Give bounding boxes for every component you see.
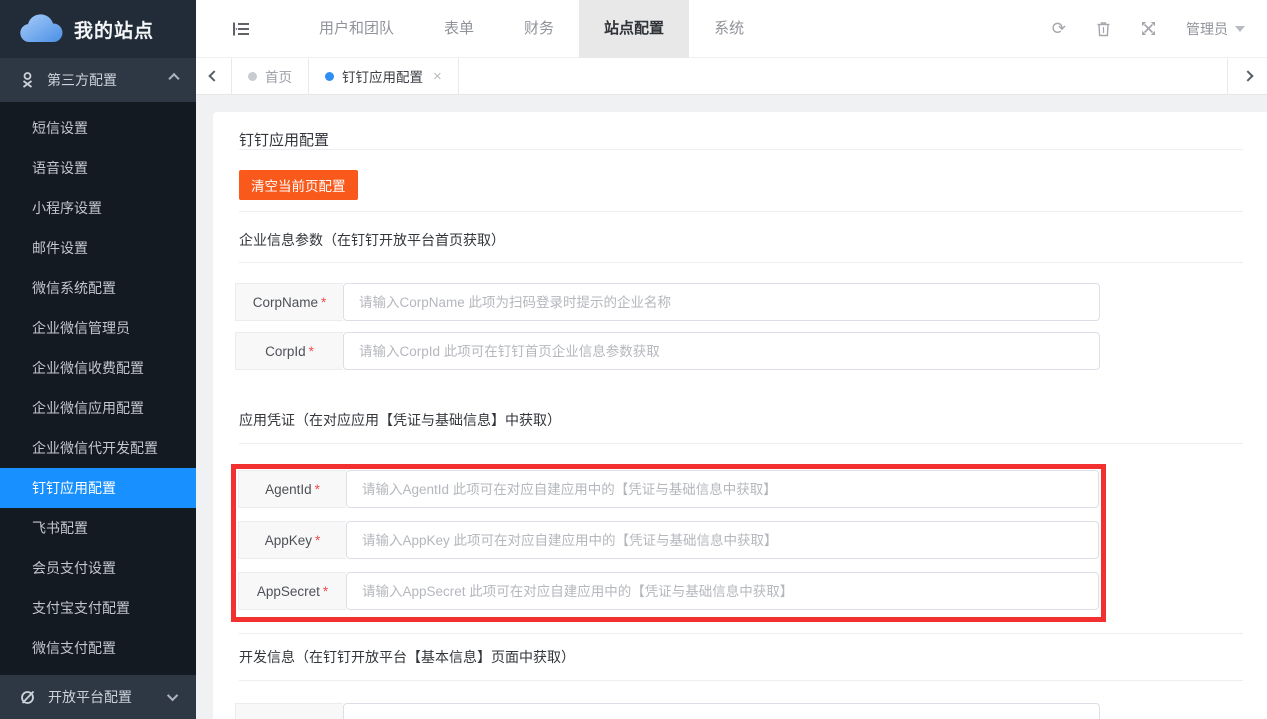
corpid-label: CorpId *	[235, 332, 343, 370]
chevron-right-icon	[1242, 70, 1253, 81]
tab-dot-icon	[248, 72, 257, 81]
appsecret-label: AppSecret *	[238, 572, 346, 610]
section-heading-app-credentials: 应用凭证（在对应应用【凭证与基础信息】中获取）	[239, 410, 1243, 430]
partial-field-input[interactable]	[343, 703, 1100, 719]
partial-field-label	[235, 703, 343, 719]
sidebar-item-wecom-billing[interactable]: 企业微信收费配置	[0, 348, 196, 388]
user-menu[interactable]: 管理员	[1186, 19, 1245, 39]
tab-home[interactable]: 首页	[232, 58, 309, 94]
page-content: 钉钉应用配置 清空当前页配置 企业信息参数（在钉钉开放平台首页获取） CorpN…	[196, 95, 1267, 719]
tabs-scroll-right-button[interactable]	[1227, 58, 1267, 94]
sidebar-section-third-party[interactable]: 第三方配置	[0, 58, 196, 102]
tab-label: 钉钉应用配置	[342, 66, 423, 86]
top-nav: 用户和团队 表单 财务 站点配置 系统	[294, 0, 769, 58]
sidebar-item-miniprogram[interactable]: 小程序设置	[0, 188, 196, 228]
clear-page-config-button[interactable]: 清空当前页配置	[239, 170, 358, 200]
fullscreen-icon[interactable]	[1141, 21, 1156, 36]
appsecret-input[interactable]	[346, 572, 1099, 610]
topnav-item-users-teams[interactable]: 用户和团队	[294, 0, 419, 58]
person-icon	[20, 72, 35, 88]
sidebar-item-alipay[interactable]: 支付宝支付配置	[0, 588, 196, 628]
tab-dingtalk-config[interactable]: 钉钉应用配置 ×	[309, 58, 459, 94]
main-area: 用户和团队 表单 财务 站点配置 系统 ⟳	[196, 0, 1267, 719]
sidebar-item-wecom-app[interactable]: 企业微信应用配置	[0, 388, 196, 428]
page-title: 钉钉应用配置	[239, 112, 1243, 149]
field-row-partial	[235, 703, 1100, 719]
menu-fold-icon[interactable]	[232, 21, 250, 37]
tab-bar: 首页 钉钉应用配置 ×	[196, 58, 1267, 95]
appkey-label: AppKey *	[238, 521, 346, 559]
chevron-down-icon	[167, 690, 178, 701]
topnav-item-site-config[interactable]: 站点配置	[579, 0, 689, 58]
tab-close-icon[interactable]: ×	[433, 68, 442, 85]
sidebar-item-wechat-system[interactable]: 微信系统配置	[0, 268, 196, 308]
refresh-icon[interactable]: ⟳	[1052, 20, 1066, 37]
required-mark: *	[309, 344, 314, 359]
chevron-left-icon	[208, 70, 219, 81]
user-menu-label: 管理员	[1186, 19, 1228, 39]
tab-label: 首页	[265, 66, 292, 86]
corpname-label: CorpName *	[235, 283, 343, 321]
agentid-label: AgentId *	[238, 470, 346, 508]
highlight-red-box: AgentId * AppKey * App	[231, 464, 1106, 622]
sidebar-item-wecom-admin[interactable]: 企业微信管理员	[0, 308, 196, 348]
required-mark: *	[315, 533, 320, 548]
sidebar-item-sms[interactable]: 短信设置	[0, 108, 196, 148]
section-heading-corp-info: 企业信息参数（在钉钉开放平台首页获取）	[239, 230, 1243, 250]
field-label-text: AgentId	[265, 482, 312, 497]
app-window: 我的站点 第三方配置 短信设置 语音设置 小程序设置 邮件设置 微信系统配置 企…	[0, 0, 1267, 719]
sidebar: 我的站点 第三方配置 短信设置 语音设置 小程序设置 邮件设置 微信系统配置 企…	[0, 0, 196, 719]
field-row-corpid: CorpId *	[235, 332, 1100, 370]
sidebar-menu: 短信设置 语音设置 小程序设置 邮件设置 微信系统配置 企业微信管理员 企业微信…	[0, 102, 196, 675]
divider	[239, 443, 1243, 444]
topnav-item-system[interactable]: 系统	[689, 0, 769, 58]
field-row-appkey: AppKey *	[238, 521, 1099, 559]
sidebar-section-open-platform[interactable]: 开放平台配置	[0, 675, 196, 719]
brand-logo: 我的站点	[0, 0, 196, 58]
divider	[239, 680, 1243, 681]
sidebar-section-label: 第三方配置	[47, 70, 117, 90]
divider	[239, 149, 1243, 150]
field-label-text: CorpName	[253, 295, 318, 310]
appkey-input[interactable]	[346, 521, 1099, 559]
divider	[239, 633, 1243, 634]
required-mark: *	[321, 295, 326, 310]
cloud-logo-icon	[18, 14, 64, 44]
corpname-input[interactable]	[343, 283, 1100, 321]
topbar: 用户和团队 表单 财务 站点配置 系统 ⟳	[196, 0, 1267, 58]
sidebar-item-member-pay[interactable]: 会员支付设置	[0, 548, 196, 588]
sidebar-item-feishu[interactable]: 飞书配置	[0, 508, 196, 548]
field-label-text: AppKey	[265, 533, 312, 548]
tab-dot-icon	[325, 72, 334, 81]
sidebar-item-voice[interactable]: 语音设置	[0, 148, 196, 188]
sidebar-item-wecom-dev[interactable]: 企业微信代开发配置	[0, 428, 196, 468]
required-mark: *	[315, 482, 320, 497]
trash-icon[interactable]	[1096, 21, 1111, 37]
tabs-scroll-left-button[interactable]	[196, 58, 232, 94]
divider	[239, 262, 1243, 263]
field-row-appsecret: AppSecret *	[238, 572, 1099, 610]
site-name: 我的站点	[74, 16, 154, 43]
open-platform-icon	[20, 689, 36, 705]
section-heading-dev-info: 开发信息（在钉钉开放平台【基本信息】页面中获取）	[239, 647, 1243, 667]
config-card: 钉钉应用配置 清空当前页配置 企业信息参数（在钉钉开放平台首页获取） CorpN…	[213, 112, 1267, 719]
caret-down-icon	[1235, 26, 1245, 32]
field-row-corpname: CorpName *	[235, 283, 1100, 321]
sidebar-item-wechat-pay[interactable]: 微信支付配置	[0, 628, 196, 668]
sidebar-item-email[interactable]: 邮件设置	[0, 228, 196, 268]
field-label-text: CorpId	[265, 344, 306, 359]
sidebar-section-label: 开放平台配置	[48, 687, 132, 707]
field-row-agentid: AgentId *	[238, 470, 1099, 508]
topbar-right: ⟳ 管理员	[1052, 19, 1245, 39]
corpid-input[interactable]	[343, 332, 1100, 370]
required-mark: *	[323, 584, 328, 599]
divider	[239, 211, 1243, 212]
agentid-input[interactable]	[346, 470, 1099, 508]
topnav-item-finance[interactable]: 财务	[499, 0, 579, 58]
sidebar-item-dingtalk-app[interactable]: 钉钉应用配置	[0, 468, 196, 508]
chevron-up-icon	[168, 73, 179, 84]
topnav-item-forms[interactable]: 表单	[419, 0, 499, 58]
field-label-text: AppSecret	[257, 584, 320, 599]
